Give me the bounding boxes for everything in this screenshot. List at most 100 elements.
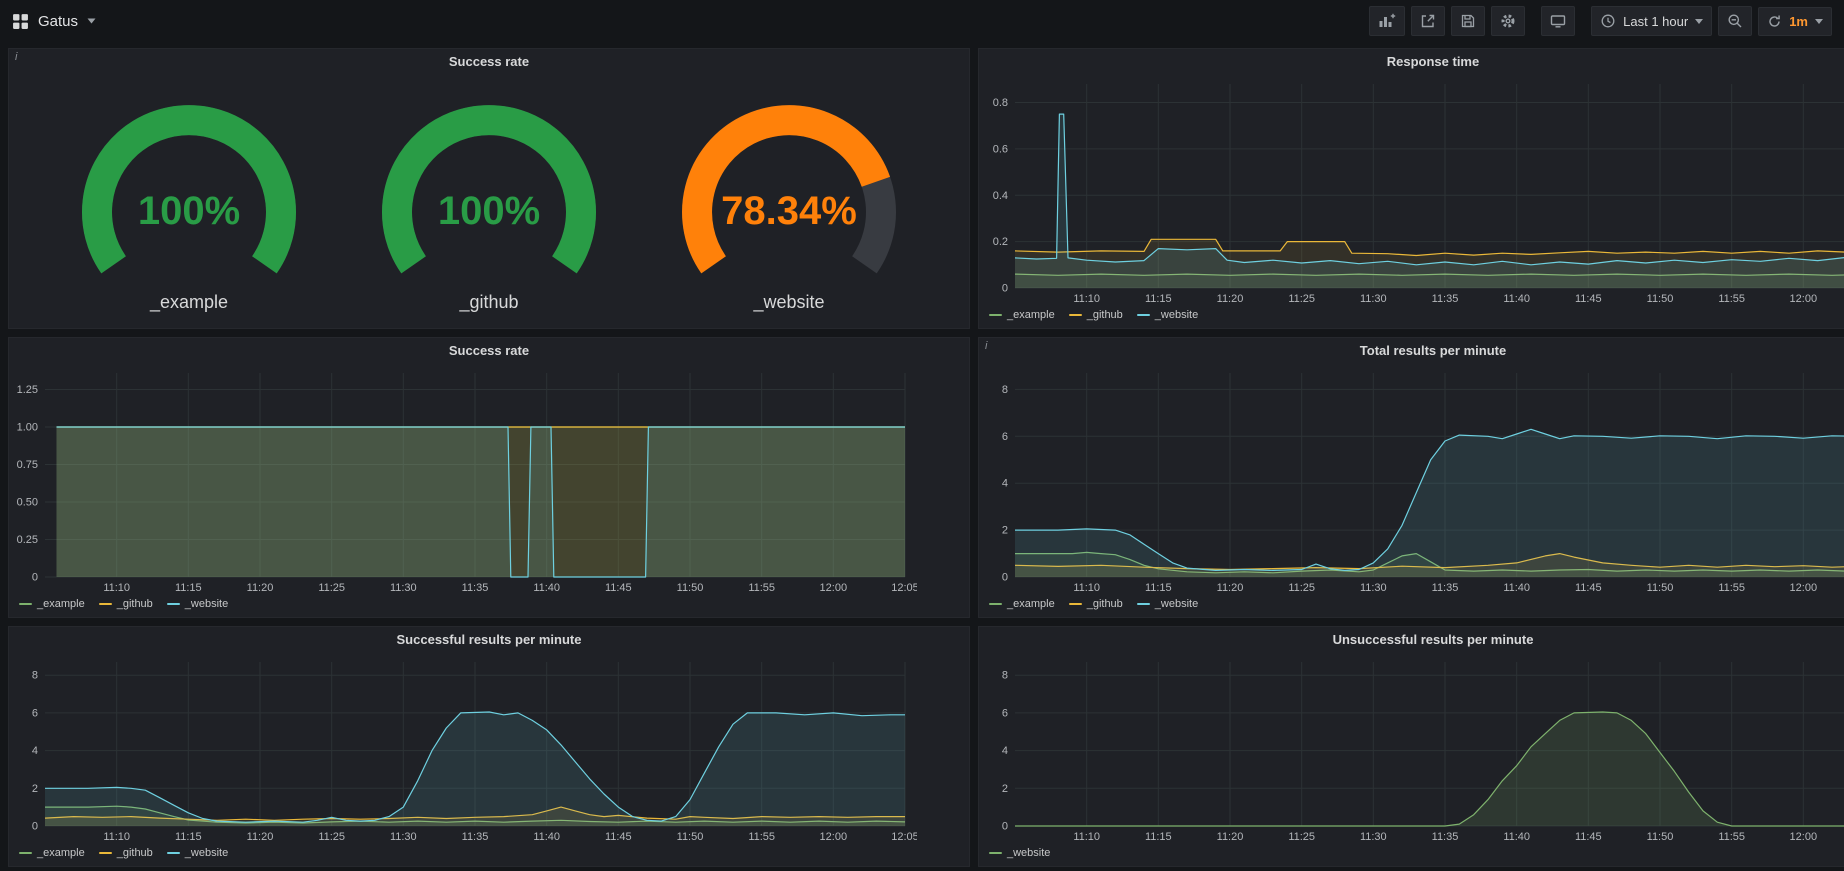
panel-title[interactable]: Successful results per minute bbox=[9, 627, 969, 652]
x-tick-label: 11:55 bbox=[1718, 831, 1745, 843]
legend-item-_website[interactable]: _website bbox=[167, 598, 228, 610]
save-dashboard-button[interactable] bbox=[1451, 6, 1485, 36]
x-tick-label: 11:25 bbox=[318, 831, 345, 843]
gauge-value: 100% bbox=[438, 189, 540, 233]
chart-successful-results[interactable]: 0246811:1011:1511:2011:2511:3011:3511:40… bbox=[9, 652, 969, 844]
x-tick-label: 12:00 bbox=[820, 831, 848, 843]
legend-item-_website[interactable]: _website bbox=[1137, 309, 1198, 321]
x-tick-label: 11:35 bbox=[1432, 293, 1459, 305]
x-tick-label: 11:55 bbox=[1718, 293, 1745, 305]
x-tick-label: 11:15 bbox=[175, 582, 202, 594]
x-tick-label: 11:20 bbox=[1217, 582, 1244, 594]
refresh-button[interactable]: 1m bbox=[1758, 7, 1832, 36]
navbar-left: Gatus bbox=[12, 13, 96, 30]
gauge-name: _github bbox=[459, 292, 518, 313]
x-tick-label: 11:15 bbox=[1145, 831, 1172, 843]
y-tick-label: 2 bbox=[1002, 525, 1008, 537]
x-tick-label: 11:40 bbox=[1503, 293, 1530, 305]
y-tick-label: 0.75 bbox=[17, 459, 38, 471]
legend-item-_github[interactable]: _github bbox=[1069, 598, 1123, 610]
panel-successful-results: Successful results per minute 0246811:10… bbox=[8, 626, 970, 867]
y-tick-label: 6 bbox=[1002, 431, 1008, 443]
legend-item-_example[interactable]: _example bbox=[19, 598, 85, 610]
y-tick-label: 0 bbox=[32, 821, 38, 833]
dashboard-title[interactable]: Gatus bbox=[38, 13, 78, 30]
caret-down-icon[interactable] bbox=[87, 18, 96, 24]
legend-item-_website[interactable]: _website bbox=[1137, 598, 1198, 610]
chart-svg: 0246811:1011:1511:2011:2511:3011:3511:40… bbox=[9, 652, 917, 844]
chart-svg: 0246811:1011:1511:2011:2511:3011:3511:40… bbox=[979, 652, 1844, 844]
x-tick-label: 11:45 bbox=[1575, 293, 1602, 305]
dashboard-settings-button[interactable] bbox=[1491, 6, 1525, 36]
zoom-out-icon bbox=[1727, 13, 1743, 29]
x-tick-label: 11:50 bbox=[1647, 582, 1674, 594]
x-tick-label: 11:45 bbox=[605, 831, 632, 843]
time-range-picker[interactable]: Last 1 hour bbox=[1591, 6, 1712, 36]
chart-total-results[interactable]: 0246811:1011:1511:2011:2511:3011:3511:40… bbox=[979, 363, 1844, 595]
legend-label: _website bbox=[1007, 847, 1050, 859]
x-tick-label: 11:10 bbox=[1073, 293, 1100, 305]
x-tick-label: 12:00 bbox=[1790, 293, 1818, 305]
legend-label: _example bbox=[1007, 598, 1055, 610]
legend-label: _example bbox=[37, 847, 85, 859]
chart-legend: _example _github _website bbox=[9, 844, 969, 866]
x-tick-label: 11:25 bbox=[318, 582, 345, 594]
chart-response-time[interactable]: 00.20.40.60.811:1011:1511:2011:2511:3011… bbox=[979, 74, 1844, 306]
panel-title[interactable]: Success rate bbox=[9, 49, 969, 74]
series-swatch-icon bbox=[19, 852, 32, 854]
legend-item-_github[interactable]: _github bbox=[1069, 309, 1123, 321]
x-tick-label: 11:15 bbox=[1145, 582, 1172, 594]
panel-info-icon[interactable]: i bbox=[985, 340, 987, 352]
legend-item-_website[interactable]: _website bbox=[167, 847, 228, 859]
dashboard-grid-icon[interactable] bbox=[12, 13, 29, 30]
add-panel-button[interactable] bbox=[1369, 6, 1405, 36]
series-area bbox=[57, 427, 906, 577]
legend-item-_example[interactable]: _example bbox=[989, 598, 1055, 610]
x-tick-label: 11:30 bbox=[1360, 831, 1387, 843]
panel-info-icon[interactable]: i bbox=[15, 51, 17, 63]
legend-label: _github bbox=[1087, 309, 1123, 321]
x-tick-label: 11:55 bbox=[748, 831, 775, 843]
share-dashboard-button[interactable] bbox=[1411, 6, 1445, 36]
chart-unsuccessful-results[interactable]: 0246811:1011:1511:2011:2511:3011:3511:40… bbox=[979, 652, 1844, 844]
legend-item-_example[interactable]: _example bbox=[19, 847, 85, 859]
x-tick-label: 12:00 bbox=[1790, 831, 1818, 843]
gauge-arc: 100% bbox=[339, 90, 639, 290]
refresh-interval-label[interactable]: 1m bbox=[1789, 15, 1808, 28]
tv-mode-icon bbox=[1550, 13, 1566, 29]
legend-label: _website bbox=[185, 847, 228, 859]
panel-title[interactable]: Unsuccessful results per minute bbox=[979, 627, 1844, 652]
x-tick-label: 11:50 bbox=[1647, 831, 1674, 843]
legend-item-_website[interactable]: _website bbox=[989, 847, 1050, 859]
y-tick-label: 4 bbox=[32, 745, 38, 757]
gauge-arc: 100% bbox=[39, 90, 339, 290]
legend-item-_github[interactable]: _github bbox=[99, 847, 153, 859]
x-tick-label: 11:45 bbox=[605, 582, 632, 594]
x-tick-label: 11:55 bbox=[748, 582, 775, 594]
gauge-_example: 100%_example bbox=[39, 90, 339, 313]
panel-title[interactable]: Response time bbox=[979, 49, 1844, 74]
legend-label: _website bbox=[1155, 309, 1198, 321]
x-tick-label: 12:05 bbox=[891, 831, 917, 843]
clock-icon bbox=[1600, 13, 1616, 29]
legend-label: _example bbox=[1007, 309, 1055, 321]
legend-label: _github bbox=[117, 598, 153, 610]
panel-title[interactable]: Total results per minute bbox=[979, 338, 1844, 363]
x-tick-label: 11:35 bbox=[462, 582, 489, 594]
chart-legend: _website bbox=[979, 844, 1844, 866]
chart-svg: 0246811:1011:1511:2011:2511:3011:3511:40… bbox=[979, 363, 1844, 595]
legend-item-_example[interactable]: _example bbox=[989, 309, 1055, 321]
series-area bbox=[45, 712, 905, 826]
series-swatch-icon bbox=[1069, 603, 1082, 605]
panel-unsuccessful-results: Unsuccessful results per minute 0246811:… bbox=[978, 626, 1844, 867]
x-tick-label: 11:25 bbox=[1288, 582, 1315, 594]
tv-mode-button[interactable] bbox=[1541, 6, 1575, 36]
legend-item-_github[interactable]: _github bbox=[99, 598, 153, 610]
panel-title[interactable]: Success rate bbox=[9, 338, 969, 363]
y-tick-label: 6 bbox=[1002, 707, 1008, 719]
y-tick-label: 0.25 bbox=[17, 534, 38, 546]
y-tick-label: 0.4 bbox=[993, 190, 1008, 202]
chart-success-rate[interactable]: 00.250.500.751.001.2511:1011:1511:2011:2… bbox=[9, 363, 969, 595]
gauge-name: _website bbox=[753, 292, 824, 313]
zoom-out-button[interactable] bbox=[1718, 6, 1752, 36]
